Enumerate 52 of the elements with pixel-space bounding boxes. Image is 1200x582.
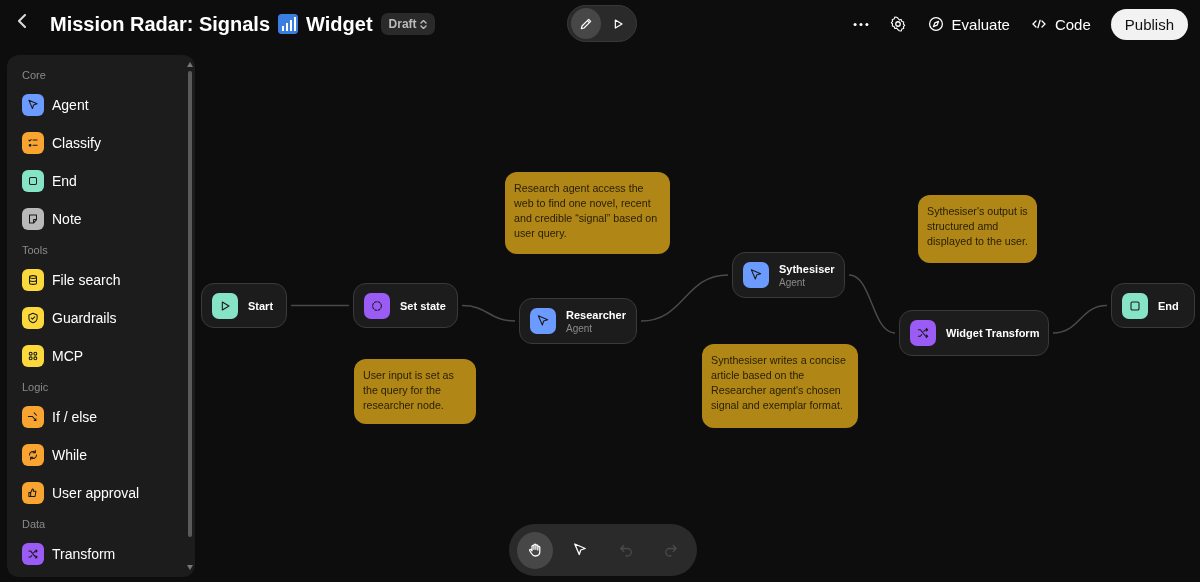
hand-tool-button[interactable] (517, 531, 553, 569)
workflow-node[interactable]: Sythesiser Agent (732, 252, 845, 298)
connector-line (290, 304, 350, 307)
more-icon (852, 21, 869, 27)
compass-icon (926, 15, 945, 33)
section-heading: Tools (22, 243, 49, 258)
palette-item[interactable]: Note (22, 200, 172, 238)
status-dropdown[interactable]: Draft (380, 13, 435, 35)
node-label: Start (248, 299, 274, 312)
workflow-node[interactable]: Start (201, 283, 287, 328)
palette-item[interactable]: Guardrails (22, 299, 172, 337)
connector-line (1052, 304, 1108, 334)
code-button[interactable]: Code (1019, 9, 1101, 39)
sticky-note[interactable]: User input is set as the query for the researcher node. (354, 359, 476, 424)
palette-item[interactable]: Agent (22, 86, 172, 124)
palette-item[interactable]: Transform (22, 535, 172, 573)
node-label: End (1158, 299, 1179, 312)
connector-line (461, 304, 516, 322)
palette-item[interactable]: Classify (22, 124, 172, 162)
workflow-node[interactable]: Researcher Agent (519, 298, 637, 344)
palette-item[interactable]: End (22, 162, 172, 200)
palette-item[interactable]: If / else (22, 398, 172, 436)
back-icon (18, 14, 26, 28)
workflow-node[interactable]: Widget Transform (899, 310, 1049, 356)
palette-item[interactable]: File search (22, 261, 172, 299)
settings-icon (888, 15, 907, 33)
node-type: Agent (779, 276, 807, 288)
section-heading: Core (22, 68, 47, 83)
scrollbar[interactable] (187, 61, 193, 571)
node-label: Sythesiser (779, 262, 835, 275)
connector-line (848, 274, 896, 334)
sticky-note[interactable]: Research agent access the web to find one novel, recent and credible “signal” based on user query. (505, 172, 670, 254)
workflow-title: Mission Radar: Signals (50, 12, 271, 36)
bar-chart-icon (278, 14, 299, 34)
edit-mode-button[interactable] (571, 8, 601, 39)
palette-item[interactable]: MCP (22, 337, 172, 375)
palette-item[interactable]: User approval (22, 474, 172, 512)
evaluate-button[interactable]: Evaluate (916, 9, 1020, 39)
node-type: Agent (566, 322, 594, 334)
section-heading: Data (22, 517, 47, 532)
palette-item[interactable]: While (22, 436, 172, 474)
section-heading: Logic (22, 380, 50, 395)
node-label: Set state (400, 299, 446, 312)
chevron-icon (419, 19, 427, 29)
sticky-note[interactable]: Sythesiser's output is structured amd displayed to the user. (918, 195, 1037, 263)
workflow-node[interactable]: Set state (353, 283, 458, 328)
node-label: Researcher (566, 308, 626, 321)
publish-button[interactable]: Publish (1110, 8, 1188, 40)
sticky-note[interactable]: Synthesiser writes a concise article based on the Researcher agent's chosen signal and exemplar format. (702, 344, 858, 428)
workflow-title: Widget (306, 12, 373, 36)
node-label: Widget Transform (946, 327, 1040, 339)
workflow-node[interactable]: End (1111, 283, 1195, 328)
